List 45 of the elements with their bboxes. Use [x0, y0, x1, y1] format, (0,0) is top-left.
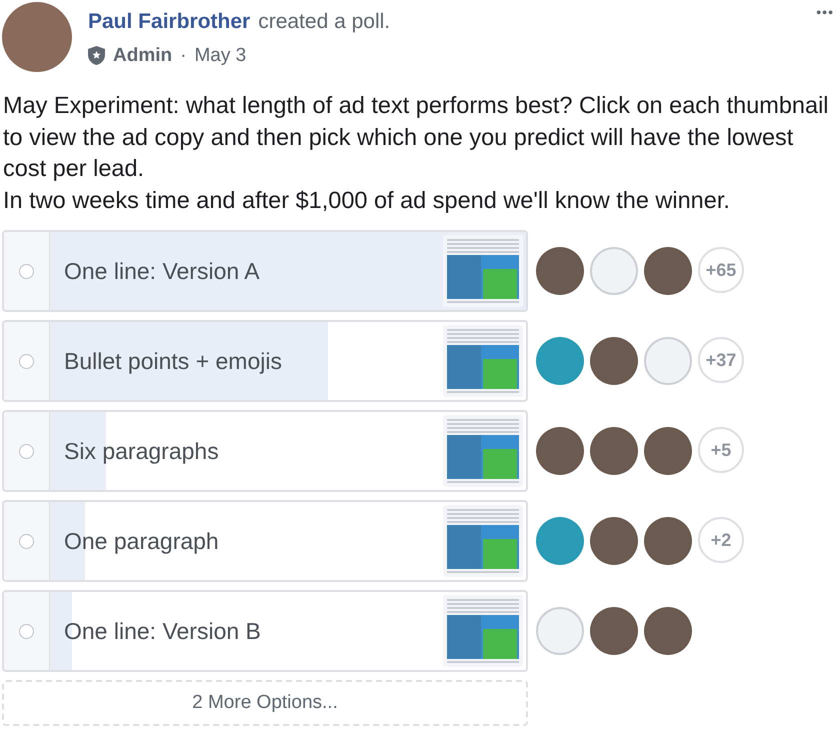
more-voters-count[interactable]: +2: [698, 517, 744, 563]
option-label: One line: Version A: [63, 256, 261, 286]
date-link[interactable]: May 3: [194, 42, 246, 70]
ad-thumbnail[interactable]: [443, 325, 523, 397]
radio-button[interactable]: [19, 264, 34, 278]
voter-avatar[interactable]: [590, 427, 638, 475]
ad-thumbnail[interactable]: [443, 505, 523, 577]
voter-avatar[interactable]: [644, 517, 692, 565]
voter-avatar[interactable]: [590, 517, 638, 565]
more-voters-count[interactable]: +37: [698, 337, 744, 383]
option-label: One paragraph: [63, 526, 220, 556]
option-label: One line: Version B: [63, 616, 262, 646]
shield-icon: [88, 46, 105, 66]
action-text: created a poll.: [258, 9, 390, 35]
poll-option[interactable]: Six paragraphs: [2, 410, 528, 492]
radio-button[interactable]: [19, 444, 34, 458]
separator-dot: ·: [180, 44, 186, 68]
more-menu[interactable]: •••: [816, 2, 834, 72]
poll-option[interactable]: Bullet points + emojis: [2, 320, 528, 402]
voter-avatar[interactable]: [536, 247, 584, 295]
ad-thumbnail[interactable]: [443, 235, 523, 307]
voter-avatar[interactable]: [644, 247, 692, 295]
ad-thumbnail[interactable]: [443, 595, 523, 667]
voter-avatar[interactable]: [536, 427, 584, 475]
voter-avatar[interactable]: [536, 517, 584, 565]
radio-button[interactable]: [19, 534, 34, 548]
voter-avatar[interactable]: [590, 337, 638, 385]
voter-avatar[interactable]: [590, 607, 638, 655]
post-text: May Experiment: what length of ad text performs best? Click on each thumbnail to view the ad copy and then pick which one you predict will have the lowest cost per lead. In two weeks time and after $1,000 of ad spend we'll know the winner.: [3, 91, 829, 215]
voter-avatar[interactable]: [644, 607, 692, 655]
ad-thumbnail[interactable]: [443, 415, 523, 487]
voter-avatar[interactable]: [536, 337, 584, 385]
poll-option[interactable]: One line: Version B: [2, 590, 528, 672]
more-voters-count[interactable]: +65: [698, 247, 744, 293]
more-voters-count[interactable]: +5: [698, 427, 744, 473]
option-label: Bullet points + emojis: [63, 346, 283, 376]
radio-button[interactable]: [19, 624, 34, 638]
poll-option[interactable]: One paragraph: [2, 500, 528, 582]
option-label: Six paragraphs: [63, 436, 220, 466]
poll-option[interactable]: One line: Version A: [2, 230, 528, 312]
radio-button[interactable]: [19, 354, 34, 368]
role-label: Admin: [113, 44, 172, 68]
more-options-button[interactable]: 2 More Options...: [2, 680, 528, 726]
voter-avatar[interactable]: [644, 427, 692, 475]
author-link[interactable]: Paul Fairbrother: [88, 6, 250, 38]
